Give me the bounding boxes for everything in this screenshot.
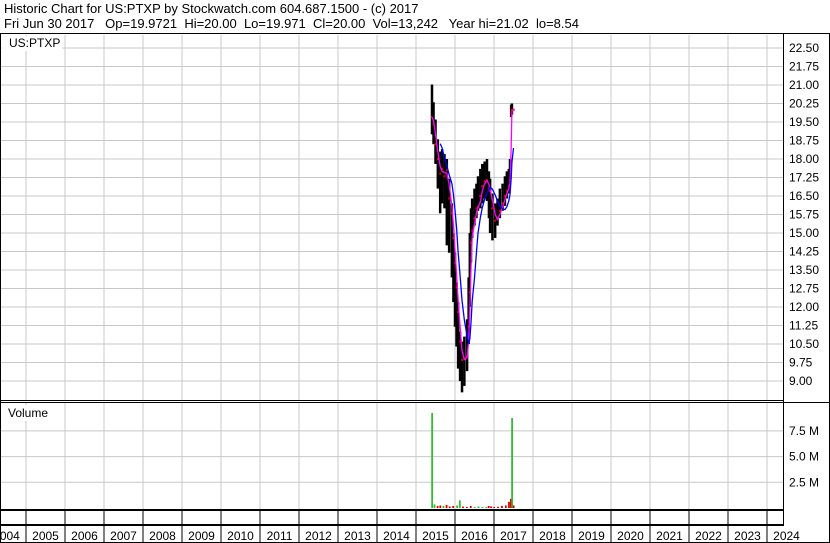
year-label: 2024 xyxy=(773,529,800,543)
price-tick-label: 9.00 xyxy=(789,374,813,388)
volume-bar xyxy=(501,505,503,508)
close-mark xyxy=(491,207,494,210)
price-tick-label: 21.75 xyxy=(789,60,819,74)
volume-bar xyxy=(433,504,436,508)
volume-bar xyxy=(445,504,448,508)
volume-bar xyxy=(452,505,455,508)
price-tick-label: 11.25 xyxy=(789,319,818,333)
year-label: 2023 xyxy=(734,529,761,543)
volume-bar xyxy=(465,506,468,508)
price-tick-label: 22.50 xyxy=(789,41,819,55)
year-label: 2009 xyxy=(188,529,215,543)
volume-bar xyxy=(456,505,458,508)
close-mark xyxy=(443,175,446,178)
year-label: 2021 xyxy=(656,529,683,543)
year-label: 2012 xyxy=(305,529,332,543)
price-tick-label: 12.00 xyxy=(789,300,819,314)
chart-canvas: 22.50 21.75 21.00 20.25 19.50 18.75 18.00 17.25… xyxy=(0,33,830,543)
price-tick-label: 10.50 xyxy=(789,337,819,351)
volume-bar xyxy=(481,506,484,508)
year-label: 2014 xyxy=(383,529,410,543)
year-label: 2006 xyxy=(71,529,98,543)
year-label: 2007 xyxy=(110,529,137,543)
volume-bar xyxy=(436,505,439,508)
close-mark xyxy=(494,219,497,222)
volume-bar xyxy=(485,506,488,508)
volume-bar xyxy=(497,506,499,508)
volume-label: Volume xyxy=(8,406,48,420)
volume-bar xyxy=(469,505,472,508)
volume-bar xyxy=(439,505,442,508)
year-label: 2008 xyxy=(149,529,176,543)
price-tick-label: 9.75 xyxy=(789,356,813,370)
year-label: 2022 xyxy=(695,529,722,543)
year-label: 2005 xyxy=(32,529,59,543)
volume-tick-label: 2.5 M xyxy=(789,475,819,489)
year-label: 2018 xyxy=(539,529,566,543)
year-label: 2017 xyxy=(500,529,527,543)
year-label: 2019 xyxy=(578,529,605,543)
price-tick-label: 18.75 xyxy=(789,134,819,148)
volume-bar xyxy=(493,506,496,508)
year-label: 2004 xyxy=(0,529,20,543)
close-mark xyxy=(461,359,464,362)
volume-bar xyxy=(487,505,490,508)
volume-bar xyxy=(477,506,480,508)
volume-bar xyxy=(504,505,507,508)
year-label: 2013 xyxy=(344,529,371,543)
symbol-label: US:PTXP xyxy=(9,36,60,50)
price-tick-label: 18.00 xyxy=(789,152,819,166)
year-label: 2020 xyxy=(617,529,644,543)
year-label: 2015 xyxy=(422,529,449,543)
volume-bar xyxy=(442,505,445,508)
volume-bar xyxy=(512,505,515,508)
stock-chart: Historic Chart for US:PTXP by Stockwatch… xyxy=(0,0,830,543)
year-label: 2011 xyxy=(267,529,293,543)
close-mark xyxy=(448,197,451,200)
price-tick-label: 16.50 xyxy=(789,189,819,203)
volume-bar xyxy=(490,506,492,508)
price-tick-label: 13.50 xyxy=(789,263,819,277)
year-label: 2016 xyxy=(461,529,488,543)
volume-bar xyxy=(508,501,510,508)
volume-bar xyxy=(448,506,451,508)
price-tick-label: 12.75 xyxy=(789,282,819,296)
chart-frame xyxy=(0,33,830,543)
moving-average-short-line xyxy=(431,109,514,361)
price-tick-label: 15.75 xyxy=(789,208,819,222)
volume-bar xyxy=(431,413,434,508)
price-tick-label: 14.25 xyxy=(789,245,819,259)
volume-tick-label: 7.5 M xyxy=(789,424,819,438)
volume-bar xyxy=(473,506,476,508)
price-tick-label: 19.50 xyxy=(789,115,819,129)
price-tick-label: 20.25 xyxy=(789,97,819,111)
volume-tick-label: 5.0 M xyxy=(789,450,819,464)
volume-bar xyxy=(511,418,513,508)
year-label: 2010 xyxy=(227,529,254,543)
volume-bar xyxy=(462,506,464,508)
volume-bar xyxy=(458,500,461,508)
price-tick-label: 15.00 xyxy=(789,226,819,240)
price-tick-label: 21.00 xyxy=(789,78,819,92)
price-tick-label: 17.25 xyxy=(789,171,819,185)
